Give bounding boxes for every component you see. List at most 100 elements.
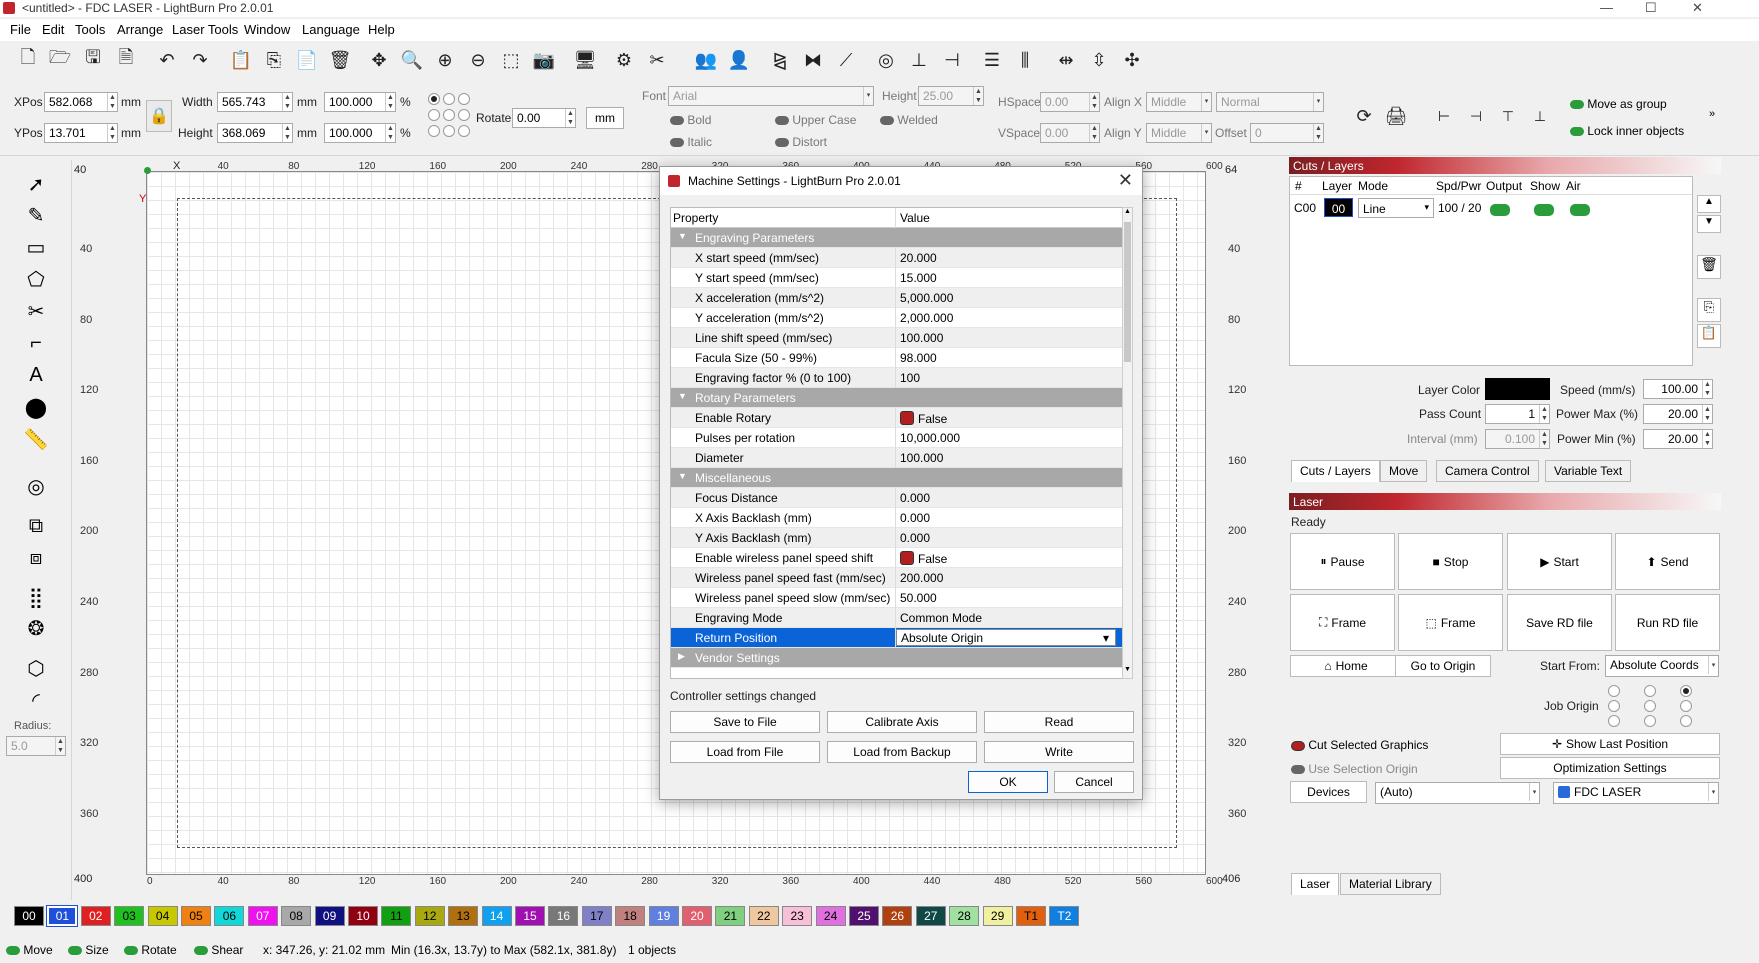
align-center-icon[interactable]: ◎ — [874, 48, 898, 72]
minimize-button[interactable]: — — [1600, 0, 1613, 15]
palette-swatch-19[interactable]: 19 — [648, 906, 679, 926]
palette-swatch-27[interactable]: 27 — [915, 906, 946, 926]
save-as-icon[interactable]: 🗎 — [114, 47, 138, 72]
pan-icon[interactable]: ✥ — [367, 48, 391, 72]
width-field[interactable]: 565.743 ▲ ▼ — [217, 92, 293, 112]
move-as-group-toggle[interactable]: Move as group — [1570, 97, 1667, 111]
property-row[interactable]: Pulses per rotation 10,000.000 — [671, 428, 1122, 448]
tab-move[interactable]: Move — [1380, 460, 1428, 482]
property-value[interactable]: 200.000 — [900, 571, 943, 585]
ungroup-icon[interactable]: 👤 — [727, 48, 751, 72]
palette-swatch-T1[interactable]: T1 — [1016, 906, 1046, 926]
palette-swatch-24[interactable]: 24 — [815, 906, 846, 926]
write-button[interactable]: Write — [984, 741, 1134, 763]
new-file-icon[interactable]: 🗋 — [16, 47, 40, 72]
palette-swatch-15[interactable]: 15 — [515, 906, 545, 926]
property-value[interactable]: 15.000 — [900, 271, 937, 285]
save-rd-file-button[interactable]: Save RD file — [1507, 594, 1612, 651]
palette-swatch-23[interactable]: 23 — [782, 906, 813, 926]
property-row[interactable]: Wireless panel speed slow (mm/sec) 50.000 — [671, 588, 1122, 608]
distribute-h-icon[interactable]: ⫼ — [1013, 48, 1037, 72]
paste-layer-icon[interactable]: 📋 — [1697, 324, 1721, 348]
offset-field[interactable]: 0 ▲ ▼ — [1250, 123, 1324, 143]
property-value[interactable]: 2,000.000 — [900, 311, 953, 325]
layer-mode-select[interactable]: Line ▾ — [1358, 198, 1434, 218]
menu-window[interactable]: Window — [244, 22, 290, 37]
mirror-line-icon[interactable]: ⟋ — [834, 48, 858, 72]
property-value[interactable]: 100.000 — [900, 451, 943, 465]
property-value[interactable]: 20.000 — [900, 251, 937, 265]
printer-icon[interactable]: 🖨 — [1384, 104, 1408, 128]
scroll-down-icon[interactable]: ▼ — [1123, 666, 1132, 678]
speed-field[interactable]: 100.00 ▲ ▼ — [1643, 379, 1713, 399]
weld-icon[interactable]: ⧉ — [22, 512, 50, 540]
pause-button[interactable]: ⏸ Pause — [1290, 533, 1395, 590]
air-toggle[interactable] — [1570, 202, 1590, 216]
collapse-icon[interactable]: ▼ — [678, 231, 687, 241]
property-row[interactable]: Facula Size (50 - 99%) 98.000 — [671, 348, 1122, 368]
palette-swatch-17[interactable]: 17 — [581, 906, 612, 926]
palette-swatch-20[interactable]: 20 — [682, 906, 712, 926]
power-max-field[interactable]: 20.00 ▲ ▼ — [1643, 404, 1713, 424]
load-from-file-button[interactable]: Load from File — [670, 741, 820, 763]
frame-button[interactable]: ⛶ Frame — [1290, 594, 1395, 651]
property-row[interactable]: X start speed (mm/sec) 20.000 — [671, 248, 1122, 268]
rectangle-icon[interactable]: ▭ — [22, 233, 50, 261]
palette-swatch-12[interactable]: 12 — [414, 906, 445, 926]
zoom-frame-icon[interactable]: ⬚ — [499, 48, 523, 72]
vspace-field[interactable]: 0.00 ▲ ▼ — [1040, 123, 1100, 143]
pass-count-field[interactable]: 1 ▲ ▼ — [1485, 404, 1550, 424]
palette-swatch-05[interactable]: 05 — [181, 906, 211, 926]
mirror-icon[interactable]: ⧓ — [801, 48, 825, 72]
shear-toggle[interactable]: Shear — [194, 943, 243, 957]
distort-toggle[interactable]: Distort — [775, 135, 827, 149]
save-icon[interactable]: 🖫 — [81, 47, 105, 72]
property-value[interactable]: False — [900, 411, 947, 426]
property-row[interactable]: Focus Distance 0.000 — [671, 488, 1122, 508]
property-row[interactable]: Enable wireless panel speed shift False — [671, 548, 1122, 568]
units-toggle-button[interactable]: mm — [586, 107, 624, 129]
show-toggle[interactable] — [1534, 202, 1554, 216]
dropdown-arrow-icon[interactable]: ▾ — [1103, 631, 1109, 645]
palette-swatch-02[interactable]: 02 — [80, 906, 111, 926]
zoom-icon[interactable]: 🔍 — [400, 48, 424, 72]
menu-language[interactable]: Language — [302, 22, 360, 37]
palette-swatch-22[interactable]: 22 — [748, 906, 779, 926]
palette-swatch-00[interactable]: 00 — [14, 906, 44, 926]
property-row[interactable]: X acceleration (mm/s^2) 5,000.000 — [671, 288, 1122, 308]
palette-swatch-09[interactable]: 09 — [314, 906, 345, 926]
zoom-in-icon[interactable]: ⊕ — [433, 48, 457, 72]
align-y-select[interactable]: Middle ▾ — [1146, 123, 1212, 143]
paste-icon[interactable]: 📋 — [229, 48, 253, 72]
property-value[interactable]: 0.000 — [900, 491, 930, 505]
property-value[interactable]: False — [900, 551, 947, 566]
copy-layer-icon[interactable]: ⎘ — [1697, 298, 1721, 322]
palette-swatch-08[interactable]: 08 — [281, 906, 312, 926]
home-button[interactable]: ⌂ Home — [1290, 655, 1402, 677]
menu-edit[interactable]: Edit — [42, 22, 64, 37]
tab-cuts-layers[interactable]: Cuts / Layers — [1291, 460, 1380, 482]
copy-icon[interactable]: ⎘ — [262, 48, 286, 72]
show-last-position-button[interactable]: ✛ Show Last Position — [1500, 733, 1720, 755]
palette-swatch-13[interactable]: 13 — [448, 906, 479, 926]
move-together-icon[interactable]: ✣ — [1120, 48, 1144, 72]
tab-material-library[interactable]: Material Library — [1340, 873, 1441, 895]
height-field[interactable]: 368.069 ▲ ▼ — [217, 123, 293, 143]
rotate-toggle[interactable]: Rotate — [124, 943, 177, 957]
make-same-width-icon[interactable]: ⇹ — [1054, 48, 1078, 72]
expand-icon[interactable]: ▶ — [678, 651, 685, 662]
grid-scrollbar[interactable]: ▲ ▼ — [1122, 207, 1133, 679]
upper-case-toggle[interactable]: Upper Case — [775, 113, 856, 127]
move-toggle[interactable]: Move — [6, 943, 53, 957]
palette-swatch-03[interactable]: 03 — [114, 906, 145, 926]
menu-help[interactable]: Help — [368, 22, 395, 37]
align-right-icon[interactable]: ⊣ — [1464, 104, 1488, 128]
palette-swatch-14[interactable]: 14 — [481, 906, 512, 926]
corner-radius-icon[interactable]: ◜ — [22, 686, 50, 714]
property-value[interactable]: Common Mode — [900, 611, 982, 625]
menu-tools[interactable]: Tools — [75, 22, 105, 37]
polygon-icon[interactable]: ⬠ — [22, 265, 50, 293]
layer-row[interactable]: C00 00 Line ▾ 100 / 20 — [1290, 197, 1692, 219]
ypos-field[interactable]: 13.701 ▲ ▼ — [44, 123, 118, 143]
property-row[interactable]: Y Axis Backlash (mm) 0.000 — [671, 528, 1122, 548]
